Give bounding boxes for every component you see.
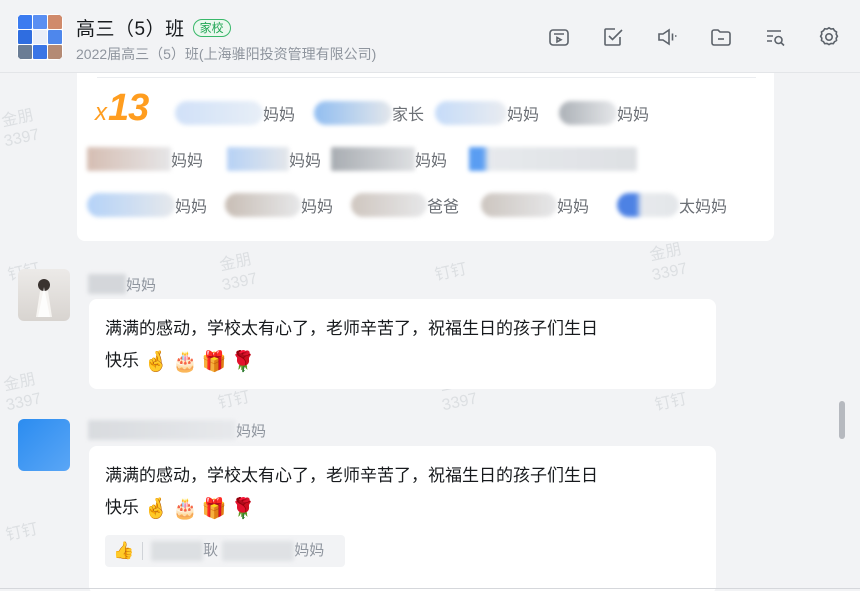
sender-name[interactable]: 妈妈 (88, 273, 156, 295)
announcement-icon[interactable] (654, 24, 680, 50)
like-separator (142, 541, 144, 560)
message-text: 满满的感动，学校太有心了，老师辛苦了，祝福生日的孩子们生日 (105, 466, 598, 485)
emoji-group: 🤞 🎂 🎁 🌹 (144, 493, 256, 525)
message-text: 满满的感动，学校太有心了，老师辛苦了，祝福生日的孩子们生日 (105, 319, 598, 338)
input-divider (0, 588, 860, 589)
watermark: 金朋3397 (648, 241, 689, 285)
crossed-fingers-emoji: 🤞 (143, 497, 169, 520)
reactor-item[interactable]: 妈妈 (225, 193, 333, 217)
watermark: 钉钉 (433, 260, 469, 285)
message-text-line2: 快乐 🤞 🎂 🎁 🌹 (105, 492, 700, 525)
card-divider (97, 77, 756, 78)
todo-check-icon[interactable] (600, 24, 626, 50)
gift-emoji: 🎁 (201, 350, 227, 373)
group-subtitle: 2022届高三（5）班(上海骓阳投资管理有限公司) (76, 46, 377, 62)
watermark: 钉钉 (4, 520, 40, 545)
crossed-fingers-emoji: 🤞 (143, 350, 169, 373)
reactor-item[interactable]: 妈妈 (331, 147, 447, 171)
thumbs-up-icon[interactable]: 👍 (113, 535, 134, 567)
sender-avatar[interactable] (18, 269, 70, 321)
rose-emoji: 🌹 (230, 497, 256, 520)
sender-avatar[interactable] (18, 419, 70, 471)
emoji-group: 🤞 🎂 🎁 🌹 (144, 346, 256, 378)
message-bubble[interactable]: 满满的感动，学校太有心了，老师辛苦了，祝福生日的孩子们生日 快乐 🤞 🎂 🎁 🌹… (89, 446, 716, 591)
reactor-item[interactable]: 家长 (314, 101, 424, 125)
birthday-cake-emoji: 🎂 (172, 497, 198, 520)
home-school-badge: 家校 (192, 18, 231, 37)
sender-name[interactable]: 妈妈 (88, 419, 266, 441)
reaction-count: x13 (95, 87, 149, 129)
message-bubble[interactable]: 满满的感动，学校太有心了，老师辛苦了，祝福生日的孩子们生日 快乐 🤞 🎂 🎁 🌹 (89, 299, 716, 389)
video-meeting-icon[interactable] (546, 24, 572, 50)
reaction-summary-card: x13 妈妈 家长 妈妈 妈妈 妈妈 妈妈 妈妈 妈妈 妈妈 爸爸 妈妈 太妈妈 (77, 73, 774, 241)
scrollbar-thumb[interactable] (839, 401, 845, 439)
group-title[interactable]: 高三（5）班 (76, 14, 185, 41)
watermark: 钉钉 (653, 390, 689, 415)
watermark: 金朋3397 (2, 371, 43, 415)
reactor-item[interactable]: 太妈妈 (617, 193, 727, 217)
rose-emoji: 🌹 (230, 350, 256, 373)
reactor-item[interactable]: 妈妈 (227, 147, 321, 171)
message-list[interactable]: 金朋3397 金朋3397 金朋3397 钉钉 钉钉 金朋3397 金朋3397… (0, 73, 848, 591)
message-text-line2: 快乐 🤞 🎂 🎁 🌹 (105, 345, 700, 378)
header-toolbar (546, 24, 842, 50)
reactor-item[interactable] (469, 147, 637, 171)
like-reaction-bar[interactable]: 👍 耿 妈妈 (105, 534, 345, 567)
liker-name: 妈妈 (294, 541, 325, 559)
birthday-cake-emoji: 🎂 (172, 350, 198, 373)
settings-gear-icon[interactable] (816, 24, 842, 50)
reactor-item[interactable]: 爸爸 (351, 193, 459, 217)
search-history-icon[interactable] (762, 24, 788, 50)
reactor-item[interactable]: 妈妈 (87, 193, 207, 217)
group-avatar[interactable] (17, 14, 63, 60)
reactor-item[interactable]: 妈妈 (481, 193, 589, 217)
reactor-item[interactable]: 妈妈 (175, 101, 295, 125)
watermark: 金朋3397 (0, 107, 41, 151)
gift-emoji: 🎁 (201, 497, 227, 520)
reactor-item[interactable]: 妈妈 (435, 101, 539, 125)
chat-header: 高三（5）班 家校 2022届高三（5）班(上海骓阳投资管理有限公司) (0, 0, 860, 72)
reactor-item[interactable]: 妈妈 (87, 147, 203, 171)
liker-name: 耿 (203, 541, 219, 559)
watermark: 金朋3397 (218, 251, 259, 295)
folder-icon[interactable] (708, 24, 734, 50)
liker-name-blur (222, 540, 295, 561)
watermark: 钉钉 (216, 388, 252, 413)
reactor-item[interactable]: 妈妈 (559, 101, 649, 125)
liker-name-blur (151, 540, 204, 561)
